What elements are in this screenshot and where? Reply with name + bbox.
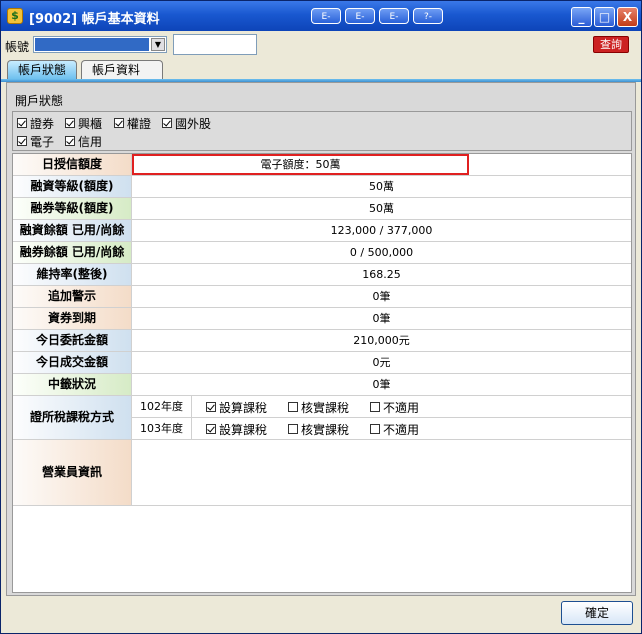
checkbox-icon[interactable]: [288, 424, 298, 434]
toolbar-button-1[interactable]: E-: [311, 8, 341, 24]
tax-year-row: 102年度 設算課稅 核實課稅 不適用: [132, 396, 631, 418]
checkbox-icon[interactable]: [206, 424, 216, 434]
tax-year-label: 103年度: [132, 418, 192, 440]
app-icon: $: [7, 8, 23, 24]
minimize-button[interactable]: _: [571, 7, 592, 27]
close-button[interactable]: X: [617, 7, 638, 27]
footer-bar: 確定: [1, 597, 641, 633]
radio-not-applicable[interactable]: 不適用: [370, 399, 419, 415]
open-status-checkboxes: 證券 興櫃 權證 國外股 電子 信用: [12, 111, 632, 151]
checkbox-icon[interactable]: [206, 402, 216, 412]
tab-account-info[interactable]: 帳戶資料: [81, 60, 163, 79]
table-row: 日授信額度 電子額度：50萬: [13, 154, 631, 176]
window-title: [9002] 帳戶基本資料: [29, 12, 160, 27]
table-row: 追加警示 0筆: [13, 286, 631, 308]
row-label: 融資等級(額度): [13, 176, 132, 197]
radio-actual[interactable]: 核實課稅: [288, 399, 349, 415]
checkbox-icon[interactable]: [370, 424, 380, 434]
checkbox-icon[interactable]: [65, 136, 75, 146]
maximize-button[interactable]: □: [594, 7, 615, 27]
salesperson-row: 營業員資訊: [13, 440, 631, 506]
row-label: 追加警示: [13, 286, 132, 307]
help-button[interactable]: ?-: [413, 8, 443, 24]
tab-bar: 帳戶狀態 帳戶資料: [1, 58, 641, 79]
row-label: 證所稅課稅方式: [13, 396, 132, 439]
tax-year-label: 102年度: [132, 396, 192, 417]
ok-button[interactable]: 確定: [561, 601, 633, 625]
row-label: 融資餘額 已用/尚餘: [13, 220, 132, 241]
chevron-down-icon[interactable]: ▼: [151, 38, 165, 51]
open-status-title: 開戶狀態: [15, 94, 64, 108]
query-button[interactable]: 查詢: [593, 36, 629, 53]
status-table: 日授信額度 電子額度：50萬 融資等級(額度) 50萬 融券等級(額度) 50萬…: [12, 153, 632, 593]
table-row: 融券餘額 已用/尚餘 0 / 500,000: [13, 242, 631, 264]
status-panel: 開戶狀態 證券 興櫃 權證 國外股 電子 信用 日授信額度 電子額度：50萬 融…: [6, 82, 636, 596]
row-value: 0筆: [372, 378, 391, 391]
row-label: 日授信額度: [13, 154, 132, 175]
row-value: 168.25: [362, 268, 401, 281]
checkbox-warrants[interactable]: 權證: [114, 115, 151, 131]
radio-assessed[interactable]: 設算課稅: [206, 421, 267, 437]
table-row: 融券等級(額度) 50萬: [13, 198, 631, 220]
table-row: 今日成交金額 0元: [13, 352, 631, 374]
row-value: 0 / 500,000: [349, 246, 414, 259]
row-label: 融券餘額 已用/尚餘: [13, 242, 132, 263]
tax-method-row: 證所稅課稅方式 102年度 設算課稅 核實課稅 不適用 103年度 設算課稅 核…: [13, 396, 631, 440]
checkbox-icon[interactable]: [162, 118, 172, 128]
checkbox-icon[interactable]: [114, 118, 124, 128]
salesperson-info: [132, 440, 631, 505]
row-value: 210,000元: [353, 334, 410, 347]
checkbox-icon[interactable]: [65, 118, 75, 128]
table-row: 維持率(整後) 168.25: [13, 264, 631, 286]
table-row: 融資餘額 已用/尚餘 123,000 / 377,000: [13, 220, 631, 242]
title-bar[interactable]: $ [9002] 帳戶基本資料 E- E- E- ?- _ □ X: [1, 1, 641, 31]
checkbox-electronic[interactable]: 電子: [17, 133, 54, 149]
account-name-field[interactable]: [173, 34, 257, 55]
checkbox-icon[interactable]: [288, 402, 298, 412]
table-row: 資券到期 0筆: [13, 308, 631, 330]
checkbox-foreign-stocks[interactable]: 國外股: [162, 115, 211, 131]
checkbox-icon[interactable]: [370, 402, 380, 412]
table-row: 融資等級(額度) 50萬: [13, 176, 631, 198]
account-selection: [35, 38, 149, 51]
row-label: 今日成交金額: [13, 352, 132, 373]
row-value: 0元: [372, 356, 391, 369]
row-value: 50萬: [369, 202, 394, 215]
account-bar: 帳號 ▼ 查詢: [1, 32, 641, 58]
checkbox-icon[interactable]: [17, 118, 27, 128]
row-value: 電子額度：50萬: [260, 158, 341, 171]
table-row: 中籤狀況 0筆: [13, 374, 631, 396]
row-label: 融券等級(額度): [13, 198, 132, 219]
table-row: 今日委託金額 210,000元: [13, 330, 631, 352]
checkbox-securities[interactable]: 證券: [17, 115, 54, 131]
row-label: 營業員資訊: [13, 440, 132, 505]
checkbox-icon[interactable]: [17, 136, 27, 146]
tab-account-status[interactable]: 帳戶狀態: [7, 60, 77, 79]
row-label: 今日委託金額: [13, 330, 132, 351]
row-value: 0筆: [372, 312, 391, 325]
radio-not-applicable[interactable]: 不適用: [370, 421, 419, 437]
toolbar-button-3[interactable]: E-: [379, 8, 409, 24]
main-window: $ [9002] 帳戶基本資料 E- E- E- ?- _ □ X 帳號 ▼ 查…: [0, 0, 642, 634]
row-value: 50萬: [369, 180, 394, 193]
row-value: 0筆: [372, 290, 391, 303]
row-label: 資券到期: [13, 308, 132, 329]
account-dropdown[interactable]: ▼: [33, 36, 167, 53]
tax-year-row: 103年度 設算課稅 核實課稅 不適用: [132, 418, 631, 440]
toolbar-button-2[interactable]: E-: [345, 8, 375, 24]
radio-assessed[interactable]: 設算課稅: [206, 399, 267, 415]
row-label: 中籤狀況: [13, 374, 132, 395]
checkbox-credit[interactable]: 信用: [65, 133, 102, 149]
account-label: 帳號: [5, 40, 30, 54]
row-label: 維持率(整後): [13, 264, 132, 285]
row-value: 123,000 / 377,000: [330, 224, 433, 237]
checkbox-emerging[interactable]: 興櫃: [65, 115, 102, 131]
radio-actual[interactable]: 核實課稅: [288, 421, 349, 437]
